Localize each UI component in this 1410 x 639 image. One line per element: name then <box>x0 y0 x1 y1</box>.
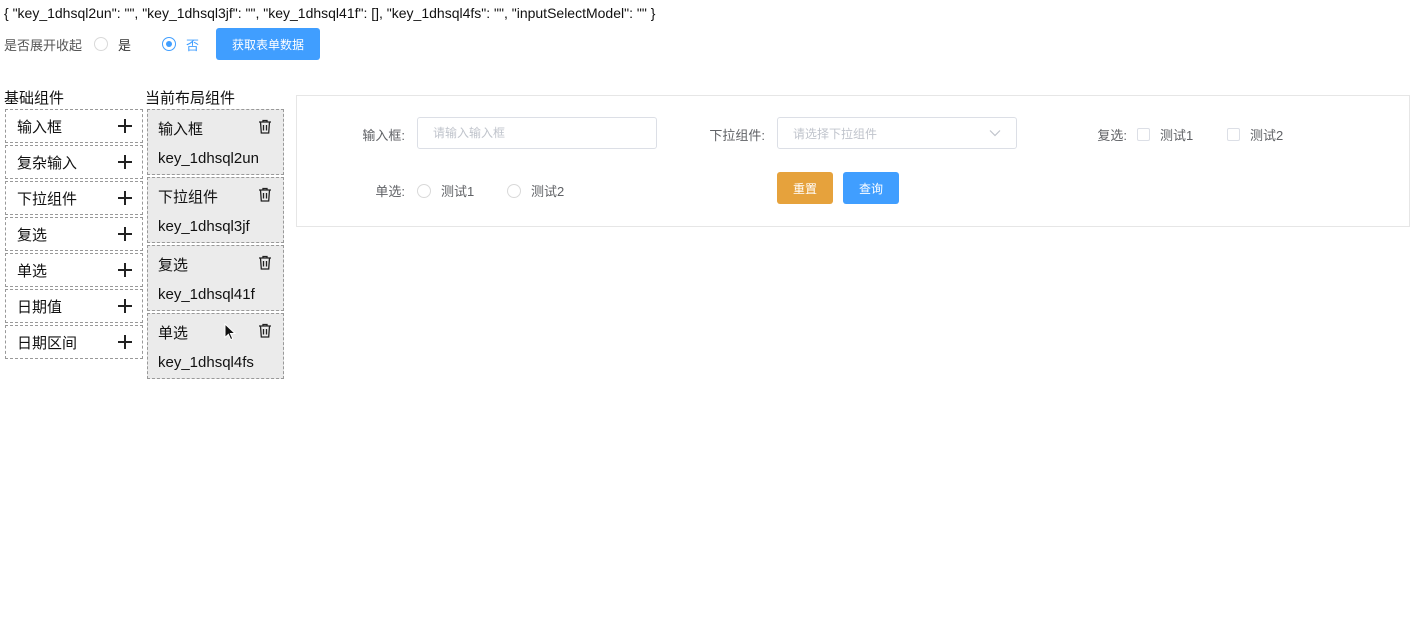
basic-item-label: 日期区间 <box>17 334 78 352</box>
plus-icon[interactable] <box>118 155 132 169</box>
basic-item-select[interactable]: 下拉组件 <box>5 181 143 215</box>
checkbox-option-label: 测试2 <box>1250 128 1284 143</box>
basic-item-checkbox[interactable]: 复选 <box>5 217 143 251</box>
layout-item-key: key_1dhsql2un <box>158 150 259 167</box>
radio-option-2[interactable]: 测试2 <box>507 181 564 200</box>
plus-icon[interactable] <box>118 191 132 205</box>
basic-item-label: 下拉组件 <box>17 190 78 208</box>
current-layout-list: 输入框 key_1dhsql2un 下拉组件 key_1dhsql3jf 复选 … <box>147 109 284 381</box>
plus-icon[interactable] <box>118 263 132 277</box>
basic-components-list: 输入框 复杂输入 下拉组件 复选 单选 日期值 日期区间 <box>5 109 143 361</box>
basic-item-date-range[interactable]: 日期区间 <box>5 325 143 359</box>
layout-item[interactable]: 下拉组件 key_1dhsql3jf <box>147 177 284 243</box>
trash-icon[interactable] <box>258 187 272 202</box>
checkbox-square-icon <box>1227 128 1240 141</box>
radio-option-label: 测试2 <box>531 184 565 199</box>
layout-item[interactable]: 复选 key_1dhsql41f <box>147 245 284 311</box>
layout-item-key: key_1dhsql3jf <box>158 218 250 235</box>
layout-item[interactable]: 单选 key_1dhsql4fs <box>147 313 284 379</box>
plus-icon[interactable] <box>118 335 132 349</box>
current-layout-title: 当前布局组件 <box>145 90 236 107</box>
layout-item[interactable]: 输入框 key_1dhsql2un <box>147 109 284 175</box>
checkbox-option-label: 测试1 <box>1160 128 1194 143</box>
layout-item-type: 单选 <box>158 325 189 342</box>
radio-circle-icon <box>94 37 109 51</box>
input-field-label: 输入框: <box>362 128 405 143</box>
basic-item-label: 日期值 <box>17 298 63 316</box>
chevron-down-icon <box>989 130 1001 137</box>
radio-expand-no[interactable]: 否 <box>162 35 199 54</box>
basic-item-label: 复选 <box>17 226 48 244</box>
get-form-data-button[interactable]: 获取表单数据 <box>216 28 321 60</box>
radio-yes-label: 是 <box>118 37 132 53</box>
select-dropdown[interactable]: 请选择下拉组件 <box>777 117 1017 149</box>
basic-item-label: 复杂输入 <box>17 154 78 172</box>
plus-icon[interactable] <box>118 299 132 313</box>
radio-option-1[interactable]: 测试1 <box>417 181 474 200</box>
trash-icon[interactable] <box>258 119 272 134</box>
layout-item-key: key_1dhsql41f <box>158 286 255 303</box>
plus-icon[interactable] <box>118 119 132 133</box>
basic-item-date[interactable]: 日期值 <box>5 289 143 323</box>
radio-option-label: 测试1 <box>441 184 475 199</box>
select-placeholder: 请选择下拉组件 <box>793 126 878 141</box>
text-input[interactable] <box>417 117 657 149</box>
radio-circle-icon <box>507 183 521 198</box>
layout-item-key: key_1dhsql4fs <box>158 354 254 371</box>
mouse-cursor-icon <box>224 323 236 341</box>
expand-label: 是否展开收起 <box>4 37 83 53</box>
layout-item-type: 复选 <box>158 257 189 274</box>
basic-item-radio[interactable]: 单选 <box>5 253 143 287</box>
radio-field-label: 单选: <box>375 184 405 199</box>
checkbox-option-2[interactable]: 测试2 <box>1227 125 1283 144</box>
radio-no-label: 否 <box>186 37 200 53</box>
expand-toggle-row: 是否展开收起 是 否 获取表单数据 <box>4 28 321 60</box>
form-preview-panel: 输入框: 下拉组件: 请选择下拉组件 复选: 测试1 测试2 单选: 测试1 测… <box>296 95 1410 227</box>
reset-button[interactable]: 重置 <box>777 172 833 204</box>
layout-item-type: 输入框 <box>158 121 204 138</box>
form-model-json: { "key_1dhsql2un": "", "key_1dhsql3jf": … <box>4 5 656 21</box>
trash-icon[interactable] <box>258 255 272 270</box>
select-field-label: 下拉组件: <box>709 128 765 143</box>
basic-item-input[interactable]: 输入框 <box>5 109 143 143</box>
basic-item-complex-input[interactable]: 复杂输入 <box>5 145 143 179</box>
checkbox-square-icon <box>1137 128 1150 141</box>
trash-icon[interactable] <box>258 323 272 338</box>
radio-expand-yes[interactable]: 是 <box>94 35 131 54</box>
checkbox-option-1[interactable]: 测试1 <box>1137 125 1193 144</box>
layout-item-type: 下拉组件 <box>158 189 219 206</box>
basic-components-title: 基础组件 <box>4 90 65 107</box>
radio-circle-icon <box>417 183 431 198</box>
query-button[interactable]: 查询 <box>843 172 899 204</box>
radio-checked-icon <box>162 37 177 51</box>
checkbox-field-label: 复选: <box>1097 128 1127 143</box>
plus-icon[interactable] <box>118 227 132 241</box>
basic-item-label: 输入框 <box>17 118 63 136</box>
basic-item-label: 单选 <box>17 262 48 280</box>
